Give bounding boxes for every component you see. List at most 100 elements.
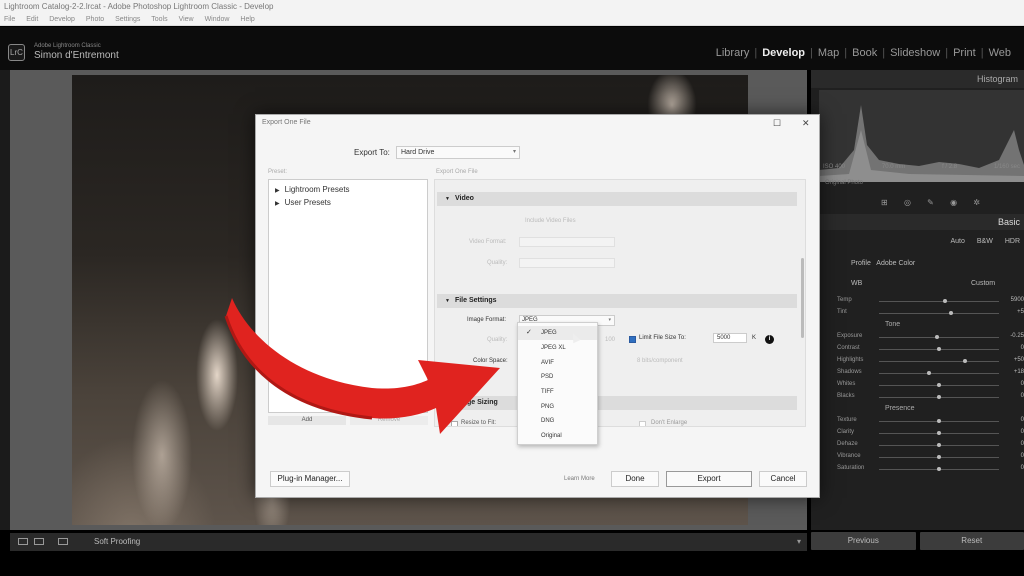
slider-knob[interactable] xyxy=(963,359,968,363)
brush-tool-icon[interactable]: ✎ xyxy=(927,198,934,207)
module-map[interactable]: Map xyxy=(813,47,844,59)
menu-settings[interactable]: Settings xyxy=(115,16,140,23)
treatment-hdr[interactable]: HDR xyxy=(1005,238,1020,245)
video-format-select[interactable] xyxy=(519,237,615,247)
quality-value[interactable]: 100 xyxy=(605,337,615,343)
basic-panel-header[interactable]: Basic xyxy=(811,214,1024,230)
slider-track[interactable] xyxy=(879,301,999,302)
slider-exposure[interactable]: Exposure -0.25 xyxy=(825,331,1024,343)
slider-track[interactable] xyxy=(879,361,999,362)
redeye-tool-icon[interactable]: ◉ xyxy=(950,198,957,207)
heal-tool-icon[interactable]: ◎ xyxy=(904,198,911,207)
slider-knob[interactable] xyxy=(927,371,932,375)
slider-value[interactable]: 0 xyxy=(1021,345,1024,351)
slider-knob[interactable] xyxy=(937,455,941,459)
slider-value[interactable]: 0 xyxy=(1021,393,1024,399)
slider-clarity[interactable]: Clarity 0 xyxy=(825,427,1024,439)
menu-view[interactable]: View xyxy=(179,16,194,23)
format-option-jpeg[interactable]: ✓ JPEG xyxy=(518,326,597,340)
slider-value[interactable]: 0 xyxy=(1021,441,1024,447)
export-to-select[interactable]: Hard Drive ▾ xyxy=(396,146,520,159)
slider-value[interactable]: +18 xyxy=(1014,369,1024,375)
preset-lightroom[interactable]: ▶ Lightroom Presets xyxy=(275,185,350,194)
slider-track[interactable] xyxy=(879,373,999,374)
slider-value[interactable]: 0 xyxy=(1021,465,1024,471)
format-option-png[interactable]: PNG xyxy=(518,400,597,414)
format-option-jpegxl[interactable]: JPEG XL xyxy=(518,341,597,355)
slider-value[interactable]: 5900 xyxy=(1011,297,1024,303)
slider-tint[interactable]: Tint +5 xyxy=(825,307,1024,319)
format-option-original[interactable]: Original xyxy=(518,429,597,443)
slider-highlights[interactable]: Highlights +50 xyxy=(825,355,1024,367)
disclosure-triangle-icon[interactable]: ▶ xyxy=(275,201,280,207)
slider-value[interactable]: +50 xyxy=(1014,357,1024,363)
maximize-icon[interactable]: ☐ xyxy=(773,118,781,129)
profile-value[interactable]: Adobe Color xyxy=(876,260,915,267)
slider-value[interactable]: +5 xyxy=(1017,309,1024,315)
module-book[interactable]: Book xyxy=(847,47,882,59)
slider-knob[interactable] xyxy=(943,299,947,303)
limit-file-size-checkbox[interactable] xyxy=(629,336,636,343)
cancel-button[interactable]: Cancel xyxy=(759,471,807,487)
compare-view-icon[interactable] xyxy=(34,538,44,545)
previous-button[interactable]: Previous xyxy=(811,532,916,550)
format-option-tiff[interactable]: TIFF xyxy=(518,385,597,399)
slider-value[interactable]: 0 xyxy=(1021,381,1024,387)
slider-whites[interactable]: Whites 0 xyxy=(825,379,1024,391)
loupe-view-icon[interactable] xyxy=(18,538,28,545)
slider-knob[interactable] xyxy=(937,419,941,423)
slider-knob[interactable] xyxy=(937,467,941,471)
disclosure-triangle-icon[interactable]: ▶ xyxy=(275,188,280,194)
slider-track[interactable] xyxy=(879,313,999,314)
slider-saturation[interactable]: Saturation 0 xyxy=(825,463,1024,475)
settings-scrollbar[interactable] xyxy=(801,258,804,338)
menu-help[interactable]: Help xyxy=(240,16,254,23)
remove-preset-button[interactable]: Remove xyxy=(350,416,428,425)
video-quality-select[interactable] xyxy=(519,258,615,268)
slider-track[interactable] xyxy=(879,337,999,338)
video-section-header[interactable]: ▼ Video xyxy=(437,192,797,206)
image-sizing-header[interactable]: ▼ Image Sizing xyxy=(437,396,797,410)
dont-enlarge-checkbox[interactable] xyxy=(639,421,646,426)
learn-more-link[interactable]: Learn More xyxy=(564,476,595,482)
menu-file[interactable]: File xyxy=(4,16,15,23)
slider-vibrance[interactable]: Vibrance 0 xyxy=(825,451,1024,463)
format-option-dng[interactable]: DNG xyxy=(518,414,597,428)
menu-photo[interactable]: Photo xyxy=(86,16,104,23)
preset-user[interactable]: ▶ User Presets xyxy=(275,198,331,207)
module-develop[interactable]: Develop xyxy=(757,47,810,59)
slider-value[interactable]: -0.25 xyxy=(1010,333,1024,339)
slider-contrast[interactable]: Contrast 0 xyxy=(825,343,1024,355)
menu-develop[interactable]: Develop xyxy=(49,16,75,23)
toolbar-menu-icon[interactable]: ▾ xyxy=(797,537,801,546)
left-panel-collapsed[interactable] xyxy=(0,70,10,530)
limit-file-size-input[interactable]: 5000 xyxy=(713,333,747,343)
export-button[interactable]: Export xyxy=(666,471,752,487)
file-settings-header[interactable]: ▼ File Settings xyxy=(437,294,797,308)
slider-value[interactable]: 0 xyxy=(1021,453,1024,459)
module-web[interactable]: Web xyxy=(984,47,1016,59)
slider-temp[interactable]: Temp 5900 xyxy=(825,295,1024,307)
slider-knob[interactable] xyxy=(937,395,941,399)
treatment-auto[interactable]: Auto xyxy=(950,238,964,245)
slider-shadows[interactable]: Shadows +18 xyxy=(825,367,1024,379)
module-slideshow[interactable]: Slideshow xyxy=(885,47,945,59)
histogram-header[interactable]: Histogram xyxy=(811,70,1024,88)
slider-knob[interactable] xyxy=(949,311,953,315)
original-photo-toggle[interactable]: Original Photo xyxy=(825,180,863,186)
soft-proofing-toggle[interactable]: Soft Proofing xyxy=(94,537,140,546)
slider-value[interactable]: 0 xyxy=(1021,429,1024,435)
module-library[interactable]: Library xyxy=(711,47,755,59)
reset-button[interactable]: Reset xyxy=(919,532,1024,550)
slider-knob[interactable] xyxy=(937,383,941,387)
format-option-psd[interactable]: PSD xyxy=(518,370,597,384)
wb-value[interactable]: Custom xyxy=(971,280,995,287)
menu-window[interactable]: Window xyxy=(205,16,230,23)
menu-tools[interactable]: Tools xyxy=(151,16,167,23)
module-print[interactable]: Print xyxy=(948,47,981,59)
add-preset-button[interactable]: Add xyxy=(268,416,346,425)
slider-knob[interactable] xyxy=(937,347,941,351)
slider-knob[interactable] xyxy=(937,431,941,435)
slider-texture[interactable]: Texture 0 xyxy=(825,415,1024,427)
mask-tool-icon[interactable]: ✲ xyxy=(973,198,980,207)
